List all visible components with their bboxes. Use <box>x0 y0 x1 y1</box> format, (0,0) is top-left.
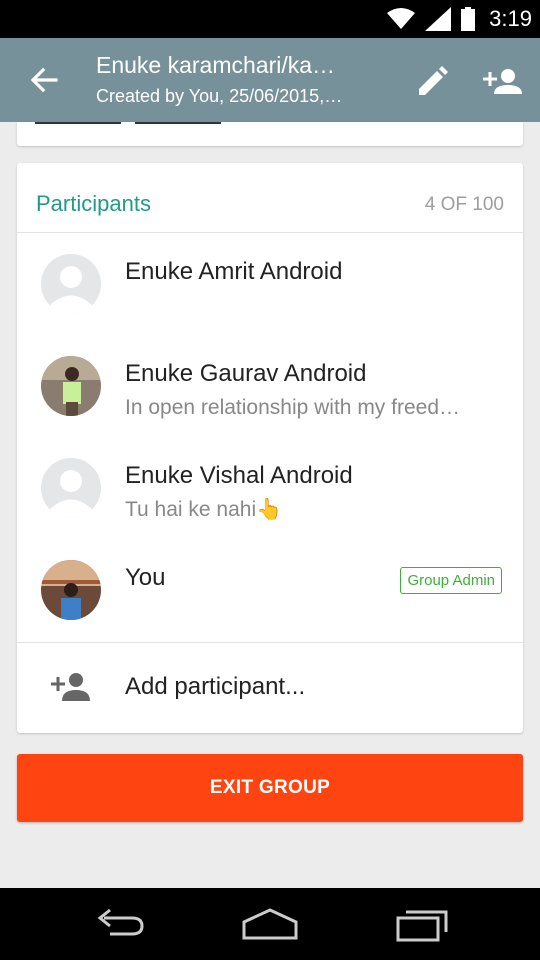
add-participant-row[interactable]: Add participant... <box>17 642 523 733</box>
back-arrow-icon <box>30 67 58 93</box>
photo-avatar <box>41 356 101 416</box>
default-avatar <box>41 458 101 518</box>
participants-header: Participants 4 OF 100 <box>17 163 523 233</box>
edit-button[interactable] <box>412 62 452 102</box>
status-bar: 3:19 <box>0 0 540 38</box>
participant-name: Enuke Gaurav Android <box>125 360 367 387</box>
wifi-icon <box>387 8 416 29</box>
participants-count: 4 OF 100 <box>424 194 504 215</box>
exit-group-button[interactable]: EXIT GROUP <box>17 754 523 822</box>
participants-title: Participants <box>36 191 151 216</box>
edit-pencil-icon <box>419 66 448 95</box>
participant-status: In open relationship with my freed… <box>125 396 461 419</box>
group-title-block[interactable]: Enuke karamchari/ka… Created by You, 25/… <box>96 50 386 108</box>
navigation-bar <box>0 888 540 960</box>
app-bar: Enuke karamchari/ka… Created by You, 25/… <box>0 38 540 122</box>
participant-name: You <box>125 564 166 591</box>
status-time: 3:19 <box>489 6 532 31</box>
divider <box>35 122 121 124</box>
back-nav-icon[interactable] <box>94 904 146 944</box>
participant-row[interactable]: Enuke Gaurav Android In open relationshi… <box>17 336 523 438</box>
divider <box>135 122 221 124</box>
participant-row[interactable]: Enuke Vishal Android Tu hai ke nahi👆 <box>17 438 523 540</box>
photo-avatar <box>41 560 101 620</box>
group-subtitle: Created by You, 25/06/2015,… <box>96 86 343 106</box>
participant-row[interactable]: You Group Admin <box>17 540 523 642</box>
add-participant-label: Add participant... <box>125 673 306 700</box>
battery-icon <box>461 7 476 31</box>
participant-row[interactable]: Enuke Amrit Android <box>17 234 523 336</box>
add-participant-icon <box>483 69 522 94</box>
group-title: Enuke karamchari/ka… <box>96 52 336 78</box>
recents-nav-icon[interactable] <box>394 904 450 944</box>
group-admin-badge: Group Admin <box>400 567 502 594</box>
home-nav-icon[interactable] <box>240 904 300 944</box>
back-button[interactable] <box>24 60 64 100</box>
signal-icon <box>425 7 452 31</box>
participant-status: Tu hai ke nahi👆 <box>125 498 283 521</box>
default-avatar <box>41 254 101 314</box>
participant-name: Enuke Amrit Android <box>125 258 343 285</box>
status-icons: 3:19 <box>387 6 532 32</box>
add-person-icon <box>51 673 90 701</box>
participants-card: Participants 4 OF 100 Enuke Amrit Androi… <box>17 163 523 733</box>
participant-name: Enuke Vishal Android <box>125 462 353 489</box>
add-participant-button[interactable] <box>482 62 524 102</box>
group-info-card <box>17 122 523 146</box>
